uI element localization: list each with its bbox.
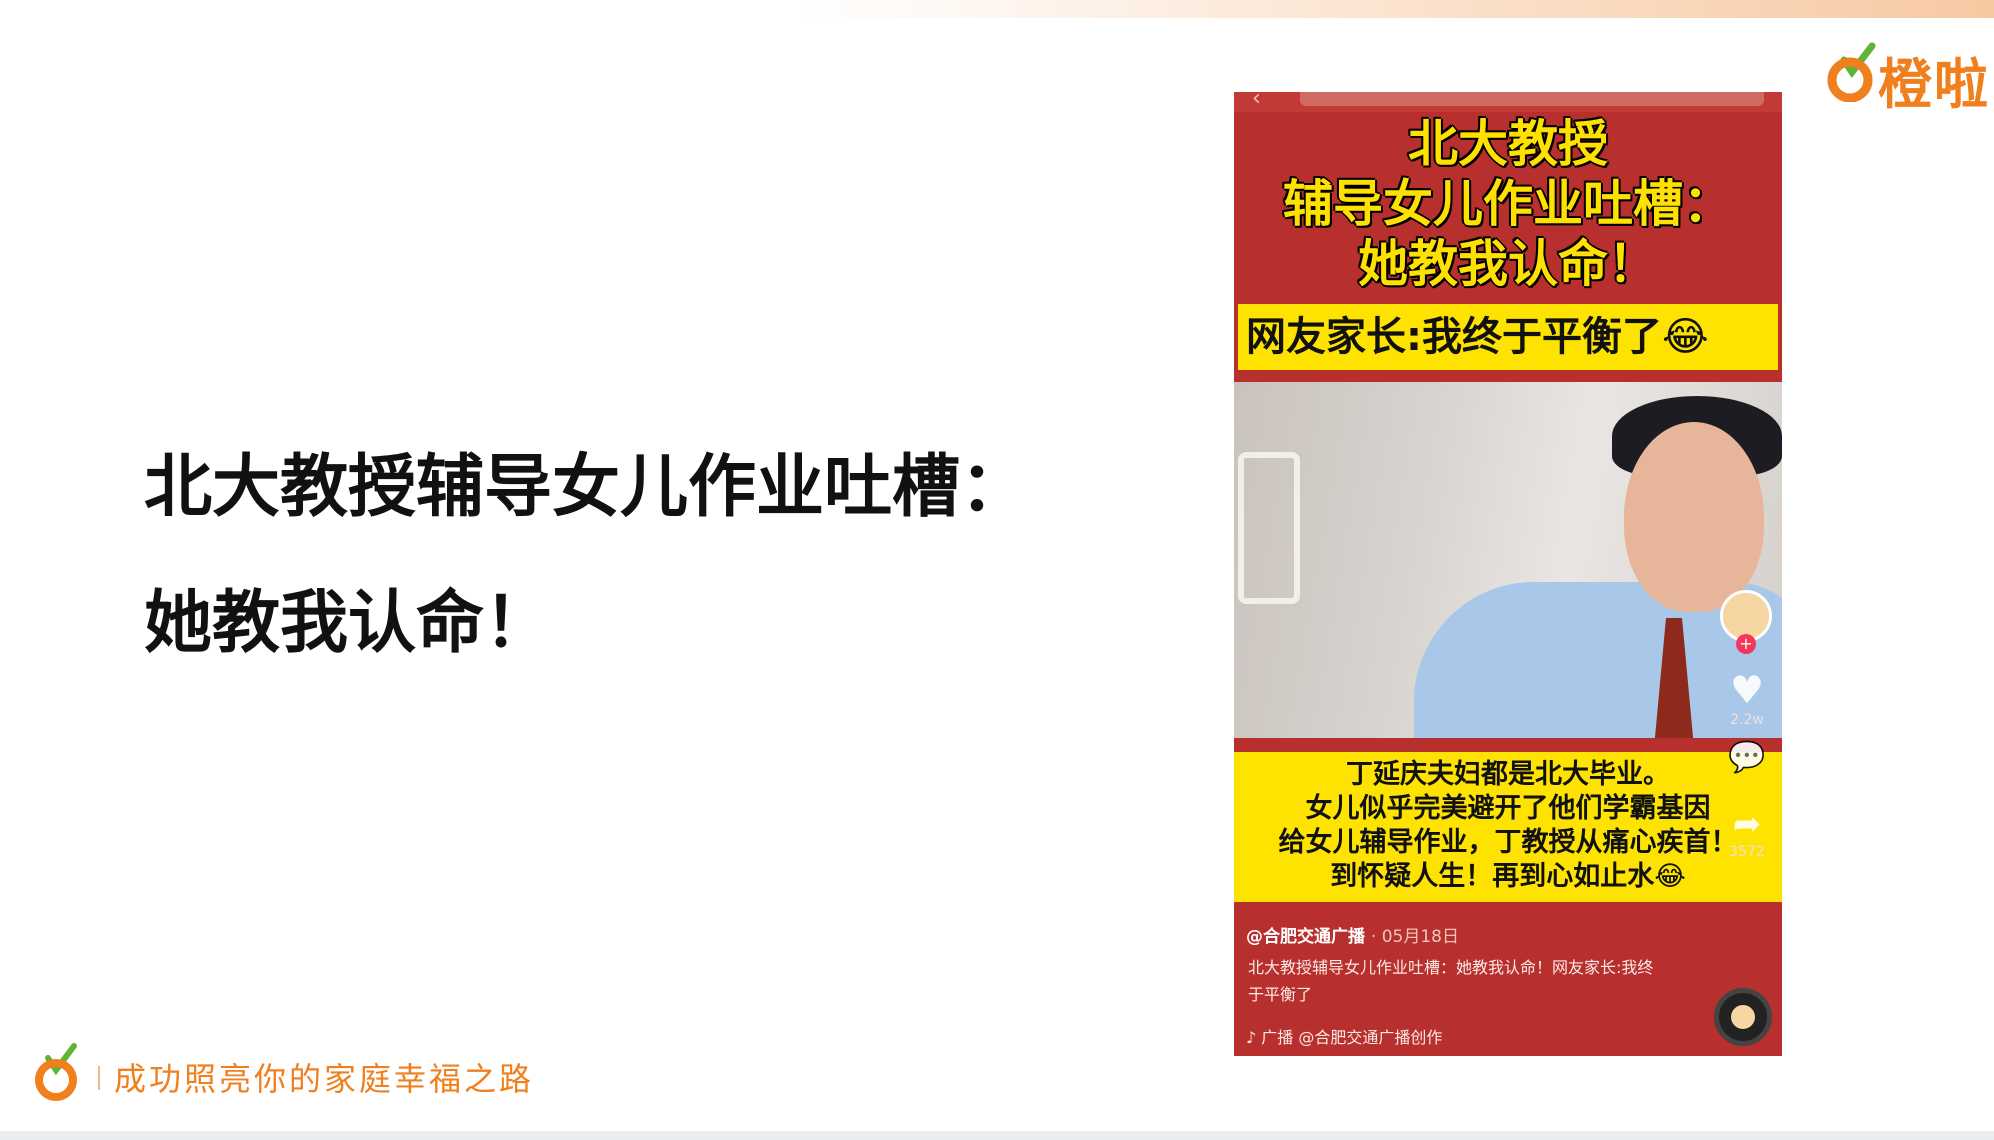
music-label: 广播 @合肥交通广播创作 [1261, 1028, 1443, 1047]
caption-line-2: 女儿似乎完美避开了他们学霸基因 [1305, 793, 1711, 824]
headline-line-1: 北大教授辅导女儿作业吐槽： [144, 448, 1029, 527]
share-icon[interactable]: ➦ [1714, 804, 1780, 844]
photo-frame-decor [1238, 452, 1300, 604]
back-arrow-icon[interactable]: ‹ [1252, 92, 1261, 111]
post-date: · 05月18日 [1370, 927, 1459, 947]
video-description: 北大教授辅导女儿作业吐槽：她教我认命！网友家长:我终于平衡了 [1248, 958, 1654, 1004]
like-count: 2.2w [1730, 712, 1764, 728]
photo-face [1624, 422, 1764, 612]
brand-name: 橙啦 [1878, 53, 1990, 116]
footer-slogan: 成功照亮你的家庭幸福之路 [114, 1060, 535, 1098]
caption-line-4: 到怀疑人生！再到心如止水😂 [1330, 861, 1686, 892]
video-author[interactable]: @合肥交通广播 · 05月18日 [1246, 922, 1459, 947]
bottom-strip [0, 1131, 1994, 1140]
cover-title-line-1: 北大教授 [1408, 115, 1608, 173]
orange-logo-icon [1827, 42, 1876, 102]
page-headline: 北大教授辅导女儿作业吐槽： 她教我认命！ [144, 420, 1144, 692]
phone-search-bar[interactable] [1300, 92, 1764, 106]
cover-subtitle: 网友家长:我终于平衡了😂 [1238, 304, 1778, 370]
cover-title: 北大教授 辅导女儿作业吐槽： 她教我认命！ [1234, 114, 1782, 294]
orange-logo-icon [35, 1043, 77, 1101]
author-name[interactable]: @合肥交通广播 [1246, 927, 1365, 947]
caption-line-1: 丁延庆夫妇都是北大毕业。 [1346, 759, 1670, 790]
follow-plus-icon[interactable]: + [1736, 634, 1756, 654]
video-music[interactable]: ♪ 广播 @合肥交通广播创作 [1246, 1024, 1442, 1048]
comment-icon[interactable]: 💬 [1714, 740, 1780, 775]
video-frame-photo[interactable] [1234, 382, 1782, 738]
phone-top-bar: ‹ [1234, 92, 1782, 112]
tiktok-note-icon: ♪ [1246, 1028, 1262, 1047]
cover-title-line-2: 辅导女儿作业吐槽： [1283, 175, 1733, 233]
headline-line-2: 她教我认命！ [144, 584, 553, 663]
share-count: 3572 [1729, 844, 1765, 860]
cover-title-line-3: 她教我认命！ [1358, 235, 1658, 293]
video-caption: 丁延庆夫妇都是北大毕业。 女儿似乎完美避开了他们学霸基因 给女儿辅导作业，丁教授… [1234, 752, 1782, 902]
caption-line-3: 给女儿辅导作业，丁教授从痛心疾首！ [1278, 827, 1738, 858]
music-disc-icon[interactable] [1714, 988, 1772, 1046]
top-gradient-bar [0, 0, 1994, 18]
brand-logo: 橙啦 [1822, 36, 1994, 116]
video-screenshot: ‹ 北大教授 辅导女儿作业吐槽： 她教我认命！ 网友家长:我终于平衡了😂 丁延庆… [1234, 92, 1782, 1056]
footer-divider [98, 1066, 100, 1090]
heart-icon[interactable]: ♥ [1714, 668, 1780, 712]
